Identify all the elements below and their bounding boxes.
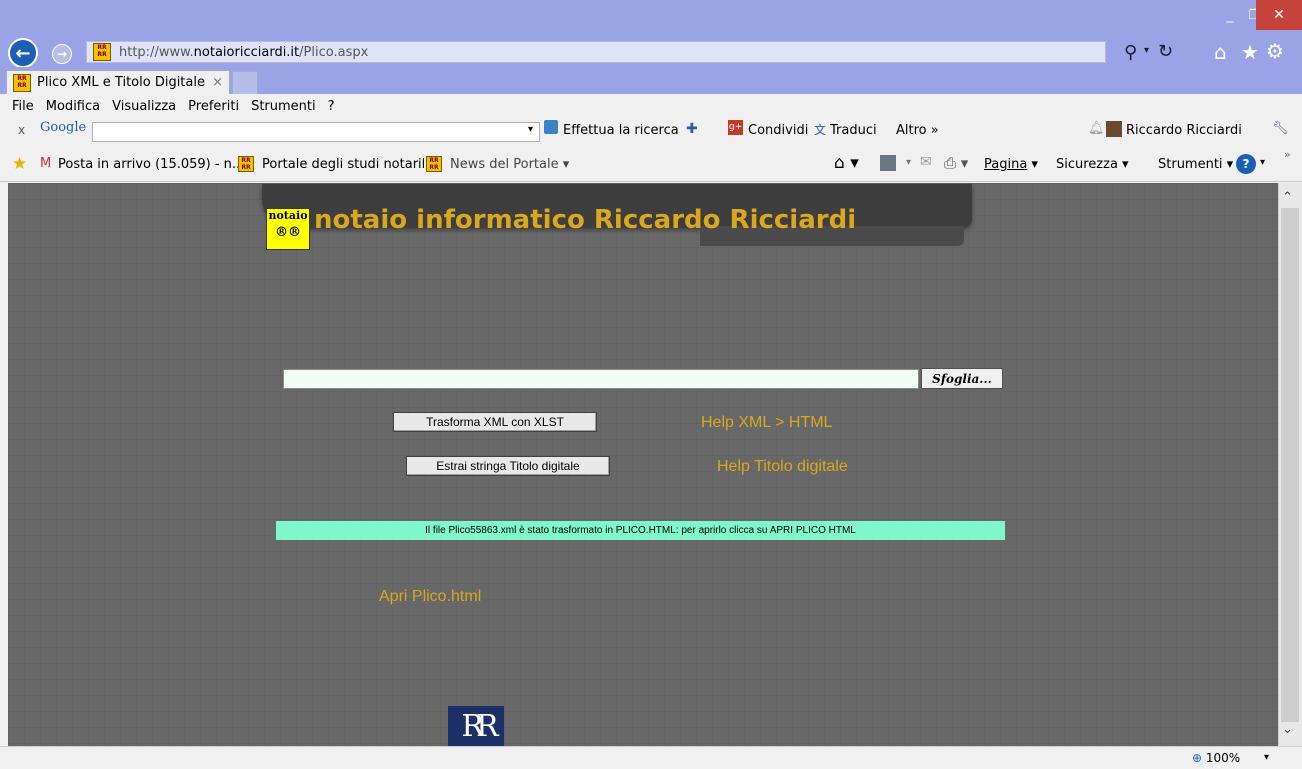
notaio-logo: notaio ®® — [266, 208, 310, 250]
page-title: notaio informatico Riccardo Ricciardi — [314, 205, 857, 235]
transform-xml-button[interactable]: Trasforma XML con XLST — [393, 412, 597, 432]
menu-strumenti[interactable]: Strumenti — [251, 99, 316, 114]
google-search-input[interactable] — [92, 122, 540, 142]
menu-file[interactable]: File — [12, 99, 34, 114]
menu-modifica[interactable]: Modifica — [46, 99, 100, 114]
plus-icon[interactable]: ✚ — [686, 121, 698, 137]
url-field[interactable]: RR RR http://www. notaioricciardi.it/Plico… — [86, 41, 1106, 63]
google-search-icon — [544, 120, 558, 134]
tools-menu-label: Strumenti — [1158, 157, 1223, 172]
page-viewport — [8, 183, 1278, 746]
menu-bar: File Modifica Visualizza Preferiti Strum… — [0, 94, 1302, 118]
scrollbar-thumb[interactable] — [1281, 208, 1299, 722]
rr-footer-logo: RR — [448, 706, 504, 746]
title-bar — [0, 0, 1302, 37]
refresh-icon[interactable]: ↻ — [1158, 41, 1173, 62]
help-titolo-link[interactable]: Help Titolo digitale — [717, 458, 848, 476]
gmail-icon: M — [40, 156, 52, 171]
rss-icon[interactable] — [880, 155, 896, 171]
portal-favicon-icon: RR RR — [238, 156, 254, 172]
new-tab-button[interactable] — [232, 71, 258, 94]
url-prefix: http://www. — [119, 44, 194, 60]
forward-arrow-icon[interactable]: → — [52, 44, 72, 64]
security-menu[interactable]: Sicurezza ▾ — [1056, 157, 1129, 172]
share-icon: g+ — [728, 120, 743, 135]
share-button[interactable]: Condividi — [748, 123, 808, 138]
google-user-name[interactable]: Riccardo Ricciardi — [1126, 123, 1242, 138]
zoom-icon: ⊕ — [1192, 751, 1203, 765]
avatar — [1106, 121, 1122, 137]
logo-top-text: notaio — [268, 209, 308, 222]
bell-icon[interactable]: 🔔︎ — [1088, 121, 1105, 136]
site-favicon-icon: RR RR — [93, 43, 111, 61]
tab-title: Plico XML e Titolo Digitale — [37, 75, 205, 90]
google-search-button[interactable]: Effettua la ricerca — [563, 123, 679, 138]
tab-close-icon[interactable]: × — [212, 75, 223, 90]
favorite-news[interactable]: News del Portale ▾ — [450, 157, 569, 172]
wrench-icon[interactable]: 🔧︎ — [1272, 121, 1289, 136]
mail-icon[interactable]: ✉ — [920, 154, 932, 170]
help-icon[interactable]: ? — [1236, 154, 1256, 174]
chevron-more-icon[interactable]: » — [1284, 148, 1291, 161]
search-icon[interactable]: ⚲ — [1124, 42, 1137, 63]
favorites-add-star-icon[interactable]: ★ — [12, 154, 27, 174]
url-domain: notaioricciardi.it — [193, 44, 300, 60]
print-icon[interactable]: ⎙ ▾ — [944, 154, 968, 172]
close-window-button[interactable]: ✕ — [1256, 0, 1302, 30]
favorite-news-label: News del Portale — [450, 157, 559, 172]
tools-menu[interactable]: Strumenti ▾ — [1158, 157, 1233, 172]
status-bar — [0, 746, 1302, 769]
page-menu-label: Pagina — [984, 157, 1028, 172]
browse-button[interactable]: Sfoglia... — [921, 368, 1003, 389]
home-command-icon[interactable]: ⌂ ▾ — [834, 153, 859, 173]
zoom-level: 100% — [1205, 751, 1241, 765]
gear-icon[interactable]: ⚙ — [1266, 39, 1284, 63]
favorite-portal[interactable]: Portale degli studi notarili — [262, 157, 429, 172]
zoom-dropdown-icon[interactable]: ▾ — [1264, 752, 1269, 763]
help-dropdown-icon[interactable]: ▾ — [1260, 157, 1265, 168]
tab-favicon-icon: RR RR — [13, 73, 31, 92]
favorite-inbox[interactable]: Posta in arrivo (15.059) - n... — [58, 157, 244, 172]
translate-button[interactable]: Traduci — [830, 123, 877, 138]
status-message: Il file Plico55863.xml è stato trasforma… — [276, 521, 1005, 540]
news-favicon-icon: RR RR — [426, 156, 442, 172]
tab-plico[interactable]: RR RR Plico XML e Titolo Digitale × — [6, 70, 230, 94]
google-toolbar-close-icon[interactable]: x — [18, 123, 25, 137]
open-plico-link[interactable]: Apri Plico.html — [379, 588, 481, 606]
scroll-up-icon[interactable]: ⌃ — [1282, 190, 1293, 205]
home-icon[interactable]: ⌂ — [1214, 40, 1227, 64]
rss-dropdown-icon[interactable]: ▾ — [906, 157, 911, 168]
page-menu[interactable]: Pagina ▾ — [984, 157, 1038, 172]
zoom-control[interactable]: ⊕ 100% — [1192, 751, 1240, 765]
scroll-down-icon[interactable]: ⌄ — [1282, 722, 1293, 737]
menu-preferiti[interactable]: Preferiti — [188, 99, 239, 114]
search-dropdown-icon[interactable]: ▾ — [528, 124, 533, 135]
url-path: /Plico.aspx — [299, 44, 369, 60]
menu-help[interactable]: ? — [328, 99, 335, 114]
more-button[interactable]: Altro » — [896, 123, 939, 138]
google-brand: Google — [40, 120, 87, 135]
dropdown-arrow-icon[interactable]: ▾ — [1144, 45, 1149, 56]
menu-visualizza[interactable]: Visualizza — [112, 99, 176, 114]
favorites-star-icon[interactable]: ★ — [1241, 40, 1259, 64]
file-path-input[interactable] — [283, 369, 919, 389]
help-xml-link[interactable]: Help XML > HTML — [701, 414, 832, 432]
translate-icon: 文 — [814, 123, 827, 137]
extract-titolo-button[interactable]: Estrai stringa Titolo digitale — [406, 456, 610, 476]
back-arrow-icon[interactable]: ← — [8, 38, 38, 68]
security-menu-label: Sicurezza — [1056, 157, 1118, 172]
logo-bottom-text: ®® — [275, 225, 301, 240]
